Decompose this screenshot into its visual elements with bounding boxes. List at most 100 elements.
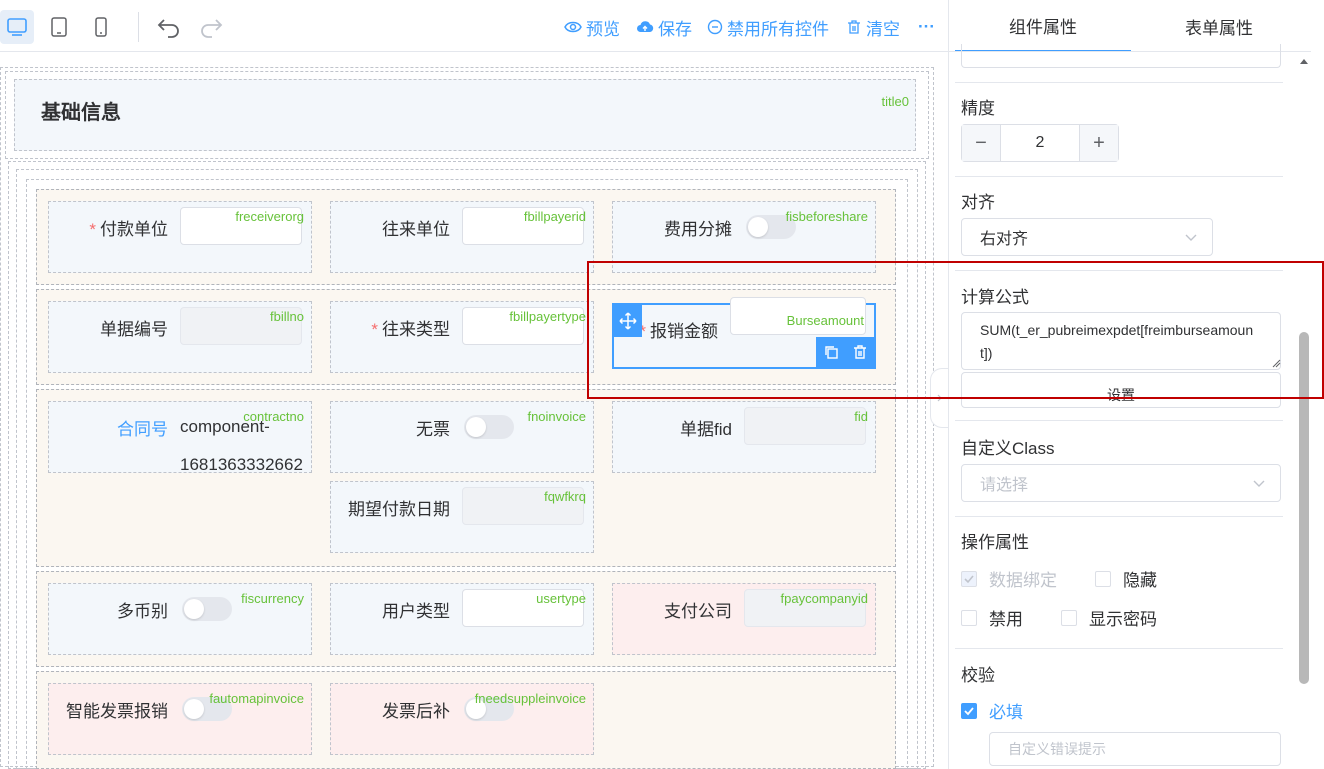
more-button[interactable]: ··· (918, 15, 935, 39)
precision-stepper[interactable]: − 2 + (961, 124, 1119, 162)
scroll-up-arrow-icon[interactable] (1299, 56, 1309, 66)
mobile-view-button[interactable] (84, 10, 118, 44)
previous-field-input[interactable] (961, 44, 1281, 68)
field-label: 单据fid (680, 415, 732, 440)
form-field-freceiverorg[interactable]: * 付款单位 freceiverorg (40, 193, 320, 281)
field-label: 往来单位 (382, 215, 450, 240)
hidden-label: 隐藏 (1123, 571, 1157, 590)
redo-button[interactable] (196, 12, 226, 42)
copy-icon[interactable] (823, 344, 839, 360)
field-label[interactable]: 合同号 (117, 415, 168, 440)
precision-label: 精度 (961, 99, 995, 118)
field-code: fbillpayertype (509, 309, 586, 324)
data-binding-label: 数据绑定 (989, 571, 1057, 590)
field-code: fautomapinvoice (209, 691, 304, 706)
operation-props-label: 操作属性 (961, 533, 1029, 552)
decrement-button[interactable]: − (962, 125, 1000, 161)
section-title: 基础信息 (41, 102, 121, 124)
precision-value[interactable]: 2 (1000, 125, 1080, 161)
divider (955, 420, 1283, 421)
form-field-fbillpayerid[interactable]: 往来单位 fbillpayerid (322, 193, 602, 281)
preview-label: 预览 (586, 19, 620, 39)
resize-handle-icon[interactable] (1271, 358, 1281, 368)
form-field-fbillpayertype[interactable]: * 往来类型 fbillpayertype (322, 293, 602, 381)
field-switch[interactable] (182, 597, 232, 621)
chevron-down-icon (1185, 234, 1197, 241)
checkbox-box (1061, 609, 1077, 626)
field-input[interactable] (744, 407, 866, 445)
field-code: fiscurrency (241, 591, 304, 606)
minus-icon: − (975, 131, 987, 154)
save-button[interactable]: 保存 (636, 15, 692, 39)
section-title-block[interactable]: 基础信息 title0 (14, 79, 916, 151)
section-code: title0 (881, 94, 909, 109)
field-label: 费用分摊 (664, 215, 732, 240)
data-binding-checkbox[interactable]: 数据绑定 (961, 566, 1057, 591)
divider (955, 270, 1283, 271)
form-field-fneedsuppleinvoice[interactable]: 发票后补 fneedsuppleinvoice (322, 675, 602, 763)
formula-set-label: 设置 (1107, 387, 1135, 403)
field-label: 智能发票报销 (66, 697, 168, 722)
formula-textarea[interactable]: SUM(t_er_pubreimexpdet[freimburseamount]… (961, 312, 1281, 370)
field-label: 用户类型 (382, 597, 450, 622)
divider (955, 82, 1283, 83)
undo-button[interactable] (154, 12, 184, 42)
field-label-text: 支付公司 (664, 602, 732, 621)
form-field-fid[interactable]: 单据fid fid (604, 393, 884, 481)
form-field-fiscurrency[interactable]: 多币别 fiscurrency (40, 575, 320, 663)
desktop-view-button[interactable] (0, 10, 34, 44)
delete-icon[interactable] (852, 344, 868, 360)
formula-set-button[interactable]: 设置 (961, 372, 1281, 408)
selected-field-tools (816, 337, 874, 367)
custom-class-select[interactable]: 请选择 (961, 464, 1281, 502)
form-field-fautomapinvoice[interactable]: 智能发票报销 fautomapinvoice (40, 675, 320, 763)
field-label-text: 合同号 (117, 420, 168, 439)
disable-all-label: 禁用所有控件 (727, 19, 829, 39)
show-password-checkbox[interactable]: 显示密码 (1061, 605, 1157, 630)
redo-icon (201, 19, 223, 38)
drag-handle[interactable] (614, 305, 642, 337)
field-code: fbillpayerid (523, 209, 586, 224)
clear-label: 清空 (866, 19, 900, 39)
designer-toolbar: 预览 保存 禁用所有控件 清空 ··· (0, 0, 948, 52)
form-field-Burseamount[interactable]: * 报销金额 Burseamount (604, 293, 884, 381)
field-label-text: 费用分摊 (664, 220, 732, 239)
form-field-fisbeforeshare[interactable]: 费用分摊 fisbeforeshare (604, 193, 884, 281)
preview-button[interactable]: 预览 (564, 15, 620, 39)
disabled-checkbox[interactable]: 禁用 (961, 605, 1023, 630)
scrollbar-thumb[interactable] (1299, 332, 1309, 684)
field-label-text: 期望付款日期 (348, 500, 450, 519)
required-checkbox[interactable]: 必填 (961, 698, 1023, 723)
form-field-contractno[interactable]: 合同号 component- 1681363332662 contractno (40, 393, 320, 481)
field-label: 多币别 (117, 597, 168, 622)
increment-button[interactable]: + (1080, 125, 1118, 161)
field-label-text: 往来单位 (382, 220, 450, 239)
form-field-fqwfkrq[interactable]: 期望付款日期 fqwfkrq (322, 473, 602, 561)
divider (955, 176, 1283, 177)
form-field-fbillno[interactable]: 单据编号 fbillno (40, 293, 320, 381)
clear-button[interactable]: 清空 (846, 15, 900, 39)
mobile-icon (95, 17, 107, 37)
tablet-view-button[interactable] (42, 10, 76, 44)
field-switch[interactable] (464, 415, 514, 439)
field-label: * 付款单位 (89, 215, 168, 240)
field-label-text: 单据编号 (100, 320, 168, 339)
hidden-checkbox[interactable]: 隐藏 (1095, 566, 1157, 591)
custom-error-input[interactable]: 自定义错误提示 (989, 732, 1281, 766)
align-select[interactable]: 右对齐 (961, 218, 1213, 256)
form-field-fpaycompanyid[interactable]: 支付公司 fpaycompanyid (604, 575, 884, 663)
disable-all-button[interactable]: 禁用所有控件 (707, 15, 829, 39)
panel-collapse-handle[interactable] (930, 368, 948, 428)
field-label-text: 无票 (416, 420, 450, 439)
plus-icon: + (1093, 131, 1105, 154)
custom-class-label: 自定义Class (961, 439, 1055, 458)
desktop-icon (7, 18, 27, 36)
form-field-fnoinvoice[interactable]: 无票 fnoinvoice (322, 393, 602, 481)
field-label: 支付公司 (664, 597, 732, 622)
required-asterisk: * (371, 320, 378, 339)
check-icon (964, 706, 974, 715)
field-label-text: 多币别 (117, 602, 168, 621)
form-field-usertype[interactable]: 用户类型 usertype (322, 575, 602, 663)
minus-circle-icon (707, 19, 723, 35)
field-label-text: 发票后补 (382, 702, 450, 721)
